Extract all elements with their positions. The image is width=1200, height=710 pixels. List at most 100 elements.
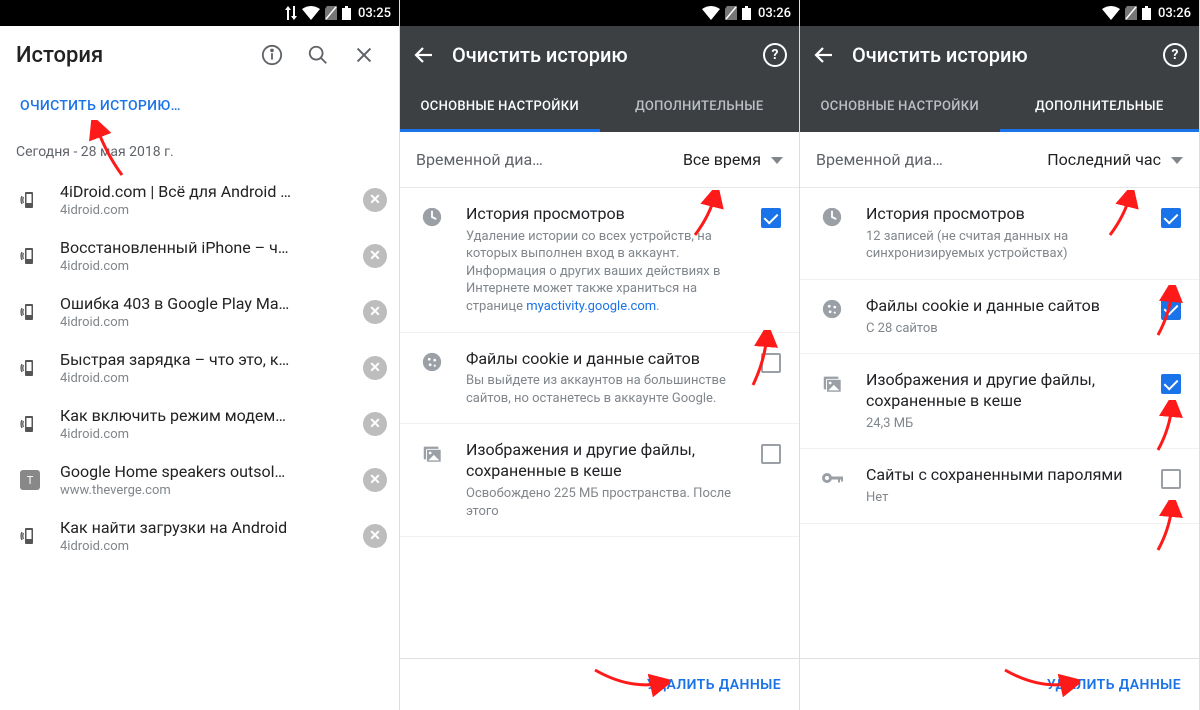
cookie-icon	[414, 349, 450, 408]
battery-icon	[1142, 6, 1151, 20]
screen-clear-basic: 03:26 Очистить историю ? ОСНОВНЫЕ НАСТРО…	[400, 0, 800, 710]
delete-item-icon[interactable]: ✕	[363, 300, 387, 324]
close-icon[interactable]	[345, 36, 383, 74]
option-checkbox[interactable]	[1161, 300, 1181, 320]
history-title: Быстрая зарядка – что это, к…	[60, 350, 347, 369]
history-item[interactable]: Как включить режим модем…4idroid.com ✕	[0, 396, 399, 452]
time-range-row[interactable]: Временной диа… Последний час	[800, 132, 1199, 188]
history-domain: 4idroid.com	[60, 259, 347, 274]
statusbar: 03:26	[400, 0, 799, 26]
back-icon[interactable]	[412, 43, 436, 67]
delete-item-icon[interactable]: ✕	[363, 244, 387, 268]
delete-item-icon[interactable]: ✕	[363, 356, 387, 380]
search-icon[interactable]	[299, 36, 337, 74]
tab-basic[interactable]: ОСНОВНЫЕ НАСТРОЙКИ	[800, 84, 1000, 132]
delete-data-button[interactable]: УДАЛИТЬ ДАННЫЕ	[647, 677, 781, 693]
history-text: Восстановленный iPhone – ч… 4idroid.com	[60, 238, 347, 274]
favicon	[16, 242, 44, 270]
tab-advanced[interactable]: ДОПОЛНИТЕЛЬНЫЕ	[1000, 84, 1200, 132]
clear-header: Очистить историю ?	[400, 26, 799, 84]
range-label: Временной диа…	[416, 150, 683, 169]
history-text: Google Home speakers outsol…www.theverge…	[60, 462, 347, 498]
clear-header: Очистить историю ?	[800, 26, 1199, 84]
range-value: Все время	[683, 150, 761, 169]
battery-icon	[342, 6, 351, 20]
favicon	[16, 410, 44, 438]
status-time: 03:26	[758, 6, 791, 21]
key-icon	[814, 465, 850, 506]
range-value: Последний час	[1047, 150, 1161, 169]
clear-option[interactable]: Файлы cookie и данные сайтовВы выйдете и…	[400, 333, 799, 425]
clear-option[interactable]: Изображения и другие файлы, сохраненные …	[400, 424, 799, 537]
clock-icon	[814, 204, 850, 263]
history-text: Ошибка 403 в Google Play Ma…4idroid.com	[60, 294, 347, 330]
header-title: Очистить историю	[852, 43, 1147, 67]
history-text: Как включить режим модем…4idroid.com	[60, 406, 347, 442]
clear-option[interactable]: Сайты с сохраненными паролямиНет	[800, 449, 1199, 523]
option-checkbox[interactable]	[1161, 469, 1181, 489]
history-domain: 4idroid.com	[60, 203, 347, 218]
history-domain: 4idroid.com	[60, 427, 347, 442]
footer: УДАЛИТЬ ДАННЫЕ	[800, 658, 1199, 710]
sim-icon	[1125, 6, 1137, 20]
history-item[interactable]: Быстрая зарядка – что это, к… 4idroid.com…	[0, 340, 399, 396]
info-icon[interactable]	[253, 36, 291, 74]
time-range-row[interactable]: Временной диа… Все время	[400, 132, 799, 188]
clear-option[interactable]: История просмотров 12 записей (не считая …	[800, 188, 1199, 280]
wifi-icon	[702, 6, 720, 20]
favicon	[16, 354, 44, 382]
option-subtitle: 12 записей (не считая данных на синхрони…	[866, 228, 1145, 263]
tab-advanced[interactable]: ДОПОЛНИТЕЛЬНЫЕ	[600, 84, 800, 132]
back-icon[interactable]	[812, 43, 836, 67]
screen-history: 03:25 История ОЧИСТИТЬ ИСТОРИЮ… Сегодня …	[0, 0, 400, 710]
history-title: Ошибка 403 в Google Play Ma…	[60, 294, 347, 313]
option-title: История просмотров	[866, 204, 1145, 225]
option-title: Сайты с сохраненными паролями	[866, 465, 1145, 486]
option-subtitle: 24,3 МБ	[866, 415, 1145, 433]
tab-basic[interactable]: ОСНОВНЫЕ НАСТРОЙКИ	[400, 84, 600, 132]
clear-history-link[interactable]: ОЧИСТИТЬ ИСТОРИЮ…	[0, 84, 399, 128]
history-title: Как найти загрузки на Android	[60, 518, 347, 537]
favicon	[16, 186, 44, 214]
option-checkbox[interactable]	[761, 208, 781, 228]
status-time: 03:25	[358, 6, 391, 21]
help-icon[interactable]: ?	[763, 43, 787, 67]
history-text: 4iDroid.com | Всё для Android …4idroid.c…	[60, 182, 347, 218]
delete-item-icon[interactable]: ✕	[363, 468, 387, 492]
history-item[interactable]: T Google Home speakers outsol…www.theverg…	[0, 452, 399, 508]
clock-icon	[414, 204, 450, 316]
clear-option[interactable]: Файлы cookie и данные сайтовС 28 сайтов	[800, 280, 1199, 354]
history-header: История	[0, 26, 399, 84]
wifi-icon	[1102, 6, 1120, 20]
history-item[interactable]: 4iDroid.com | Всё для Android …4idroid.c…	[0, 172, 399, 228]
option-subtitle: Освобождено 225 МБ пространства. После э…	[466, 485, 745, 520]
screen-clear-advanced: 03:26 Очистить историю ? ОСНОВНЫЕ НАСТРО…	[800, 0, 1200, 710]
history-item[interactable]: Ошибка 403 в Google Play Ma…4idroid.com ✕	[0, 284, 399, 340]
sim-icon	[725, 6, 737, 20]
battery-icon	[742, 6, 751, 20]
delete-item-icon[interactable]: ✕	[363, 524, 387, 548]
option-checkbox[interactable]	[1161, 208, 1181, 228]
delete-item-icon[interactable]: ✕	[363, 188, 387, 212]
delete-data-button[interactable]: УДАЛИТЬ ДАННЫЕ	[1047, 677, 1181, 693]
option-checkbox[interactable]	[761, 444, 781, 464]
delete-item-icon[interactable]: ✕	[363, 412, 387, 436]
option-checkbox[interactable]	[761, 353, 781, 373]
option-title: История просмотров	[466, 204, 745, 225]
favicon: T	[16, 466, 44, 494]
sim-icon	[325, 6, 337, 20]
option-title: Изображения и другие файлы, сохраненные …	[866, 370, 1145, 412]
option-checkbox[interactable]	[1161, 374, 1181, 394]
chevron-down-icon	[1171, 150, 1183, 169]
favicon	[16, 298, 44, 326]
clear-option[interactable]: Изображения и другие файлы, сохраненные …	[800, 354, 1199, 449]
favicon	[16, 522, 44, 550]
history-title: Восстановленный iPhone – ч…	[60, 238, 347, 257]
clear-option[interactable]: История просмотровУдаление истории со вс…	[400, 188, 799, 333]
history-domain: 4idroid.com	[60, 371, 347, 386]
history-domain: 4idroid.com	[60, 539, 347, 554]
help-icon[interactable]: ?	[1163, 43, 1187, 67]
statusbar: 03:26	[800, 0, 1199, 26]
history-item[interactable]: Восстановленный iPhone – ч… 4idroid.com ✕	[0, 228, 399, 284]
history-item[interactable]: Как найти загрузки на Android 4idroid.com…	[0, 508, 399, 564]
